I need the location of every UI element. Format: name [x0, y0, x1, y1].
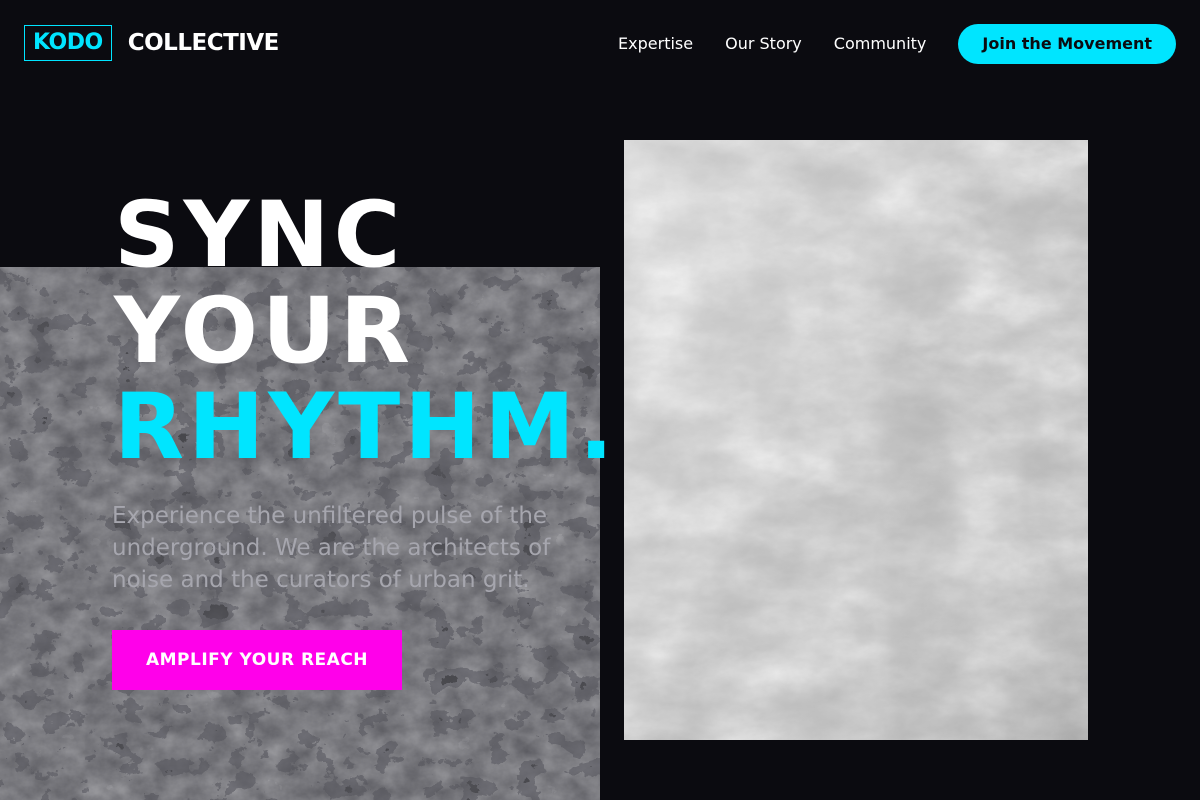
amplify-reach-button[interactable]: AMPLIFY YOUR REACH [112, 630, 402, 690]
headline-line-1: SYNC [114, 183, 405, 288]
hero-headline: SYNC YOUR RHYTHM. [114, 188, 617, 476]
logo-box-text: KODO [24, 25, 112, 61]
landing-page: KODO COLLECTIVE Expertise Our Story Comm… [0, 0, 1200, 800]
site-header: KODO COLLECTIVE Expertise Our Story Comm… [0, 0, 1200, 88]
hero-subcopy: Experience the unfiltered pulse of the u… [112, 503, 551, 593]
concrete-texture-image [624, 140, 1088, 740]
logo-wordmark: COLLECTIVE [127, 30, 280, 56]
nav-link-community[interactable]: Community [834, 24, 927, 64]
main-nav: Expertise Our Story Community Join the M… [618, 24, 1176, 64]
join-movement-button[interactable]: Join the Movement [958, 24, 1176, 64]
nav-link-our-story[interactable]: Our Story [725, 24, 802, 64]
headline-line-2: YOUR [114, 279, 414, 384]
nav-link-expertise[interactable]: Expertise [618, 24, 693, 64]
headline-line-3: RHYTHM. [114, 375, 618, 480]
brand-logo[interactable]: KODO COLLECTIVE [24, 25, 279, 61]
